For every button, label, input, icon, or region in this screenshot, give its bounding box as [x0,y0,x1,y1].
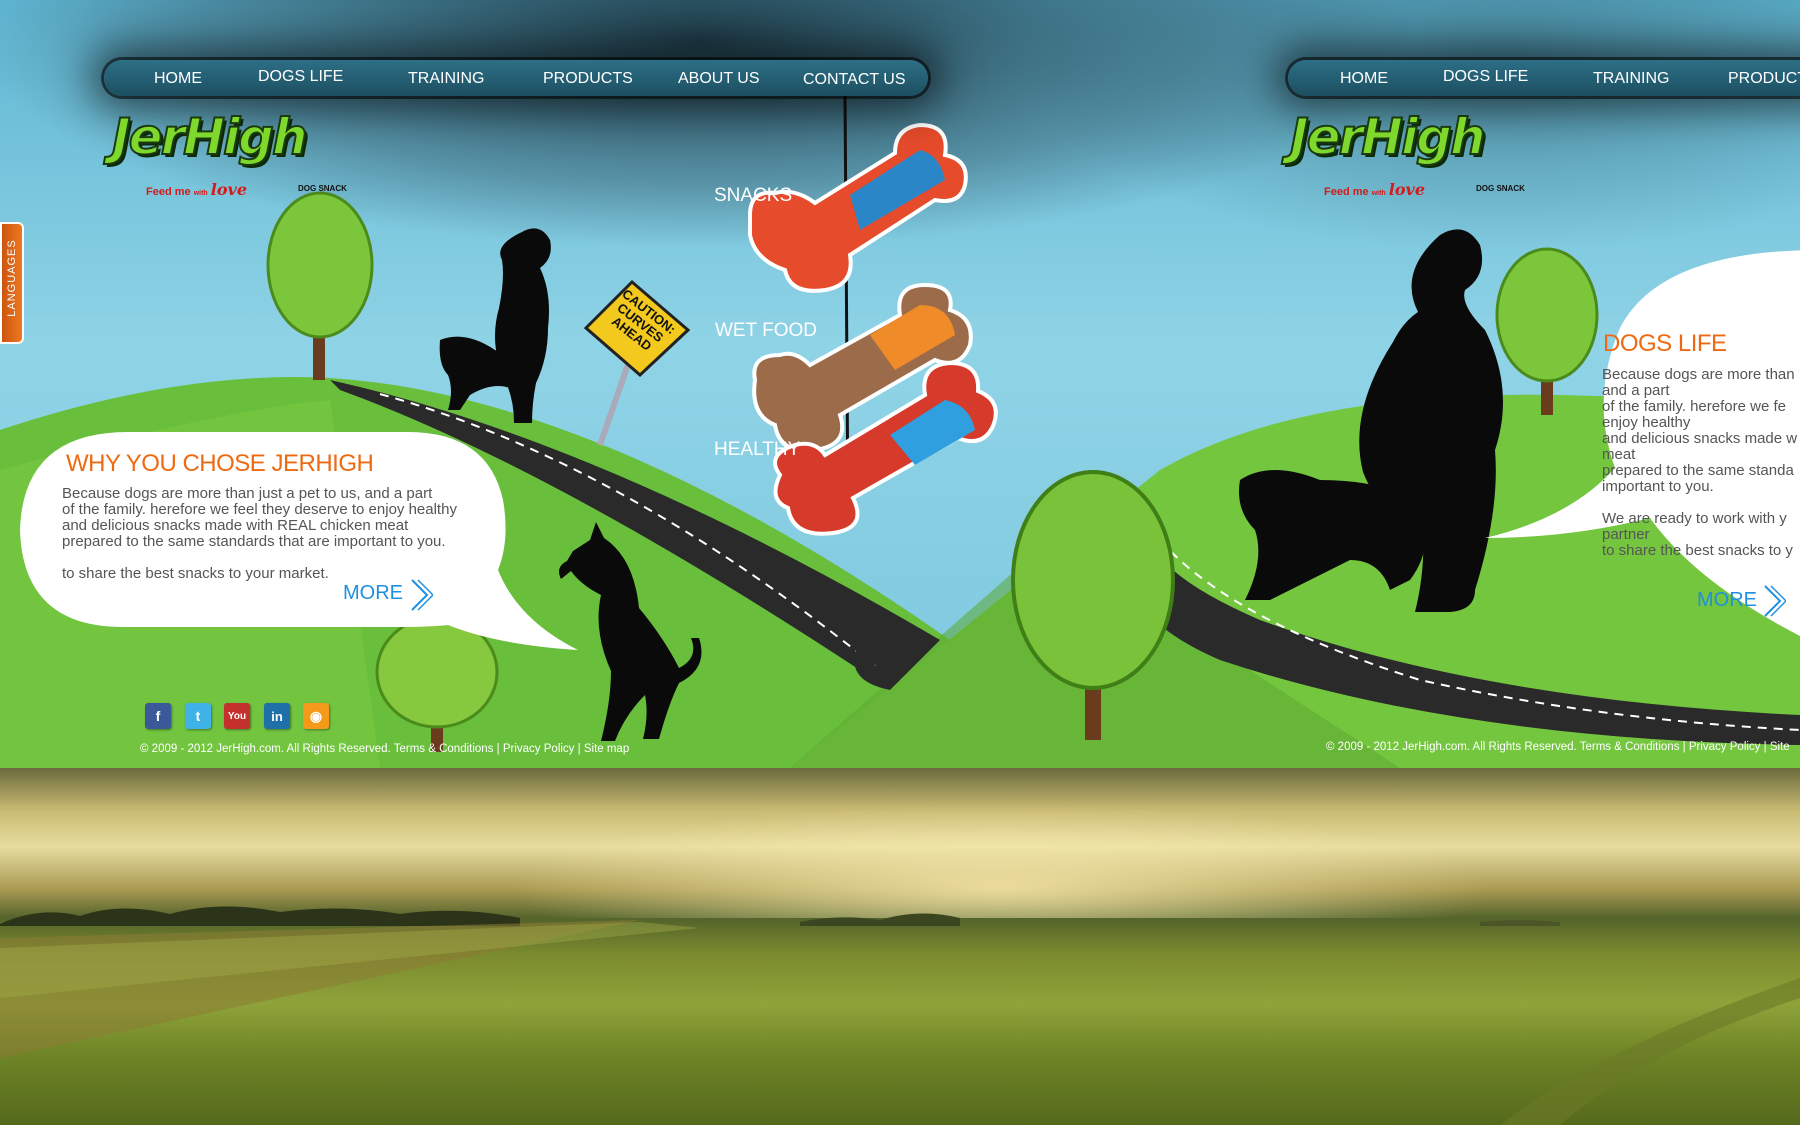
bone-snacks [748,122,968,293]
footer-separator: | [1682,741,1686,753]
brand-tagline: Feed me with love [146,180,247,199]
category-wet-food[interactable]: WET FOOD [715,320,817,342]
nav-training[interactable]: TRAINING [408,70,484,88]
footer-sitemap-link-right[interactable]: Site [1770,741,1790,753]
brand-tagline-right: Feed me with love [1324,180,1425,199]
category-healthy[interactable]: HEALTHY [714,439,800,461]
footer-copyright: © 2009 - 2012 JerHigh.com. All Rights Re… [140,743,391,755]
nav-products[interactable]: PRODUCTS [543,70,633,88]
nav-home-right[interactable]: HOME [1340,70,1388,88]
footer-separator: | [496,743,500,755]
nav-dogs-life-right[interactable]: DOGS LIFE [1443,68,1528,86]
footer-terms-link-right[interactable]: Terms & Conditions [1580,741,1680,753]
nav-home[interactable]: HOME [154,70,202,88]
right-footer: © 2009 - 2012 JerHigh.com. All Rights Re… [1326,741,1790,753]
left-panel-title: WHY YOU CHOSE JERHIGH [66,450,374,477]
nav-training-right[interactable]: TRAINING [1593,70,1669,88]
field-photo [0,768,1800,1125]
footer-separator: | [577,743,581,755]
rss-icon[interactable]: ◉ [303,703,329,729]
left-more-arrow-icon[interactable] [409,578,433,612]
twitter-icon[interactable]: t [185,703,211,729]
right-more-arrow-icon[interactable] [1762,584,1786,618]
brand-name: JerHigh [111,107,309,167]
footer-sitemap-link[interactable]: Site map [584,743,629,755]
nav-dogs-life[interactable]: DOGS LIFE [258,68,343,86]
tree-left-top [266,191,374,380]
right-panel-body: Because dogs are more than and a part of… [1602,367,1798,559]
footer-copyright-right: © 2009 - 2012 JerHigh.com. All Rights Re… [1326,741,1577,753]
footer-terms-link[interactable]: Terms & Conditions [394,743,494,755]
footer-separator: | [1763,741,1767,753]
languages-label: LANGUAGES [6,239,18,317]
footer-privacy-link-right[interactable]: Privacy Policy [1689,741,1761,753]
tree-right-mid [1011,470,1175,740]
nav-about-us[interactable]: ABOUT US [678,70,760,88]
brand-logo[interactable]: JerHigh Feed me with love DOG SNACK [111,107,352,199]
category-snacks[interactable]: SNACKS [714,185,792,207]
brand-logo-right[interactable]: JerHigh Feed me with love DOG SNACK [1289,107,1530,199]
nav-products-right[interactable]: PRODUCT [1728,70,1800,88]
right-more-link[interactable]: MORE [1697,589,1757,612]
main-scene: CAUTION: CURVES AHEAD SNACKS WET FOOD HE… [0,0,1800,768]
brand-name-right: JerHigh [1289,107,1487,167]
field-track [0,920,1800,1125]
facebook-icon[interactable]: f [145,703,171,729]
youtube-icon[interactable]: You [224,703,250,729]
brand-badge: DOG SNACK [298,184,347,193]
brand-badge-right: DOG SNACK [1476,184,1525,193]
main-nav: HOME DOGS LIFE TRAINING PRODUCTS ABOUT U… [104,60,928,96]
footer-privacy-link[interactable]: Privacy Policy [503,743,575,755]
left-more-link[interactable]: MORE [343,582,403,605]
languages-tab[interactable]: LANGUAGES [0,222,24,344]
nav-contact-us[interactable]: CONTACT US [803,71,906,89]
left-footer: © 2009 - 2012 JerHigh.com. All Rights Re… [140,743,629,755]
right-panel-title: DOGS LIFE [1603,330,1727,357]
linkedin-icon[interactable]: in [264,703,290,729]
right-nav: HOME DOGS LIFE TRAINING PRODUCT [1288,60,1800,96]
left-panel-body: Because dogs are more than just a pet to… [62,485,457,582]
